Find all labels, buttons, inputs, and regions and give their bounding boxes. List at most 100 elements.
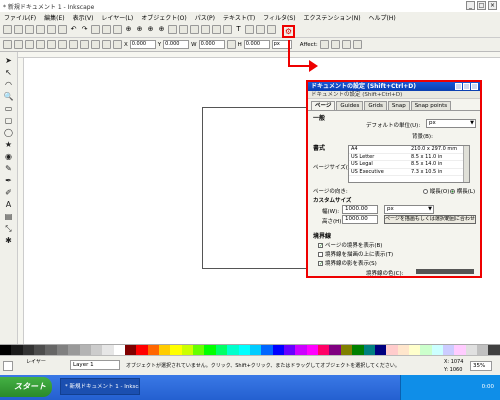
palette-swatch[interactable]: [477, 345, 489, 355]
palette-swatch[interactable]: [181, 345, 194, 355]
close-button[interactable]: ×: [488, 1, 497, 10]
list-item[interactable]: A4 210.0 x 297.0 mm: [349, 146, 469, 154]
h-input[interactable]: 0.000: [243, 40, 270, 49]
tab-grids[interactable]: Grids: [364, 101, 387, 110]
w-input[interactable]: 0.000: [198, 40, 225, 49]
ellipse-tool-icon[interactable]: ◯: [3, 127, 15, 138]
align-icon[interactable]: [256, 25, 265, 34]
palette-swatch[interactable]: [56, 345, 69, 355]
undo-icon[interactable]: ↶: [69, 25, 78, 34]
layer-select[interactable]: Layer 1: [70, 360, 120, 370]
zoom-selection-icon[interactable]: ⊕: [124, 25, 133, 34]
spiral-tool-icon[interactable]: ◉: [3, 151, 15, 162]
menu-extensions[interactable]: エクステンション(N): [304, 13, 361, 22]
palette-swatch[interactable]: [408, 345, 421, 355]
palette-swatch[interactable]: [306, 345, 319, 355]
list-scrollbar[interactable]: [463, 146, 469, 182]
zoom-input[interactable]: 35%: [470, 361, 492, 371]
palette-swatch[interactable]: [68, 345, 80, 355]
select-all-icon[interactable]: [3, 40, 12, 49]
dialog-titlebar[interactable]: ドキュメントの設定 (Shift+Ctrl+D): [308, 82, 480, 91]
tweak-tool-icon[interactable]: ◠: [3, 79, 15, 90]
palette-swatch[interactable]: [170, 345, 182, 355]
palette-swatch[interactable]: [420, 345, 432, 355]
maximize-button[interactable]: □: [477, 1, 486, 10]
dialog-minimize-icon[interactable]: [455, 83, 462, 90]
zoom-drawing-icon[interactable]: ⊕: [135, 25, 144, 34]
tab-page[interactable]: ページ: [311, 101, 336, 110]
rotate-ccw-icon[interactable]: [36, 40, 45, 49]
palette-swatch[interactable]: [397, 345, 409, 355]
text-font-icon[interactable]: T: [234, 25, 243, 34]
deselect-icon[interactable]: [25, 40, 34, 49]
border-color-swatch[interactable]: [416, 269, 474, 274]
flip-horizontal-icon[interactable]: [58, 40, 67, 49]
palette-swatch[interactable]: [386, 345, 398, 355]
width-input[interactable]: 1000.00: [342, 205, 378, 214]
ungroup-icon[interactable]: [212, 25, 221, 34]
custom-unit-select[interactable]: px ▼: [384, 205, 434, 214]
palette-swatch[interactable]: [159, 345, 171, 355]
landscape-radio[interactable]: 横長(L): [450, 187, 475, 195]
raise-top-icon[interactable]: [80, 40, 89, 49]
palette-swatch[interactable]: [102, 345, 114, 355]
palette-swatch[interactable]: [340, 345, 353, 355]
pencil-tool-icon[interactable]: ✎: [3, 163, 15, 174]
menu-text[interactable]: テキスト(T): [223, 13, 255, 22]
menu-layer[interactable]: レイヤー(L): [101, 13, 133, 22]
show-border-checkbox[interactable]: ✓ ページの境界を表示(B): [318, 241, 382, 249]
node-tool-icon[interactable]: ↖: [3, 67, 15, 78]
palette-swatch[interactable]: [227, 345, 239, 355]
lock-icon[interactable]: [226, 40, 236, 49]
menu-view[interactable]: 表示(V): [73, 13, 94, 22]
palette-swatch[interactable]: [352, 345, 364, 355]
zoom-tool-icon[interactable]: 🔍: [3, 91, 15, 102]
list-item[interactable]: US Executive 7.3 x 10.5 in: [349, 169, 469, 176]
fit-page-button[interactable]: ページを描画もしくは選択範囲に合わせる(F): [384, 215, 476, 224]
dropper-tool-icon[interactable]: ✱: [3, 235, 15, 246]
affect-pattern-icon[interactable]: [352, 40, 362, 49]
palette-swatch[interactable]: [238, 345, 250, 355]
portrait-radio[interactable]: 縦長(O): [423, 187, 449, 195]
x-input[interactable]: 0.000: [129, 40, 156, 49]
palette-swatch[interactable]: [431, 345, 444, 355]
zoom-page-icon[interactable]: ⊕: [146, 25, 155, 34]
dialog-close-icon[interactable]: [471, 83, 478, 90]
duplicate-icon[interactable]: [168, 25, 177, 34]
xml-editor-icon[interactable]: [245, 25, 254, 34]
palette-swatch[interactable]: [34, 345, 46, 355]
menu-edit[interactable]: 編集(E): [44, 13, 64, 22]
palette-swatch[interactable]: [11, 345, 23, 355]
menu-filters[interactable]: フィルタ(S): [263, 13, 295, 22]
rectangle-tool-icon[interactable]: ▭: [3, 103, 15, 114]
palette-swatch[interactable]: [90, 345, 103, 355]
affect-gradient-icon[interactable]: [341, 40, 351, 49]
gradient-tool-icon[interactable]: ▤: [3, 211, 15, 222]
select-all-layers-icon[interactable]: [14, 40, 23, 49]
palette-swatch[interactable]: [318, 345, 330, 355]
calligraphy-tool-icon[interactable]: ✐: [3, 187, 15, 198]
palette-swatch[interactable]: [193, 345, 205, 355]
tab-snap-points[interactable]: Snap points: [410, 101, 452, 110]
palette-swatch[interactable]: [204, 345, 216, 355]
palette-swatch[interactable]: [329, 345, 341, 355]
fill-indicator[interactable]: [3, 361, 13, 371]
text-tool-icon[interactable]: A: [3, 199, 15, 210]
preferences-icon[interactable]: [267, 25, 276, 34]
palette-swatch[interactable]: [295, 345, 307, 355]
tab-snap[interactable]: Snap: [387, 101, 410, 110]
zoom-width-icon[interactable]: ⊕: [157, 25, 166, 34]
palette-swatch[interactable]: [283, 345, 296, 355]
cut-icon[interactable]: [102, 25, 111, 34]
import-icon[interactable]: [47, 25, 56, 34]
palette-swatch[interactable]: [0, 345, 12, 355]
border-on-top-checkbox[interactable]: 境界線を描画の上に表示(T): [318, 250, 393, 258]
menu-file[interactable]: ファイル(F): [4, 13, 36, 22]
list-item[interactable]: US Letter 8.5 x 11.0 in: [349, 154, 469, 161]
export-icon[interactable]: [58, 25, 67, 34]
group-icon[interactable]: [201, 25, 210, 34]
save-icon[interactable]: [25, 25, 34, 34]
y-input[interactable]: 0.000: [163, 40, 190, 49]
palette-swatch[interactable]: [45, 345, 57, 355]
palette-swatch[interactable]: [363, 345, 375, 355]
